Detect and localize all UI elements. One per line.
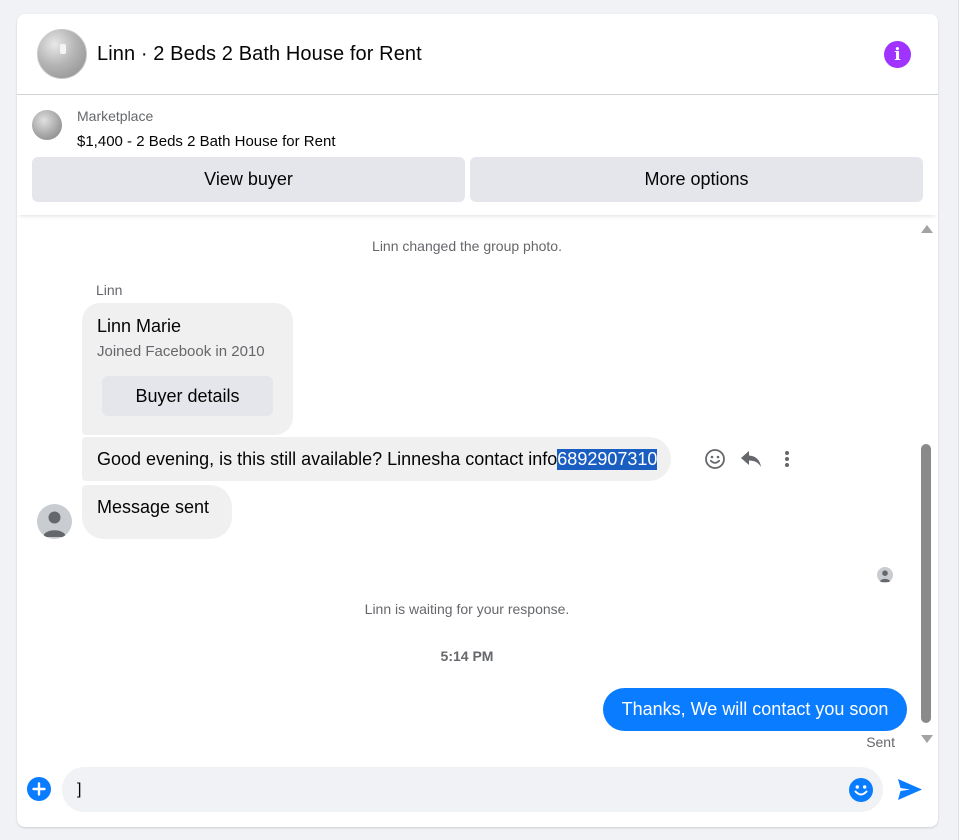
marketplace-listing-banner: Marketplace $1,400 - 2 Beds 2 Bath House… [17, 95, 938, 215]
more-vertical-icon[interactable] [774, 446, 800, 472]
scroll-down-arrow-icon[interactable] [921, 735, 933, 743]
read-receipt-avatar [877, 567, 893, 583]
thread-scrollbar[interactable] [919, 225, 933, 755]
listing-thumbnail[interactable] [32, 110, 62, 140]
reply-icon[interactable] [738, 446, 764, 472]
message-input-container [62, 767, 883, 812]
waiting-notice: Linn is waiting for your response. [364, 601, 570, 617]
delivery-status: Sent [866, 734, 895, 750]
plus-icon[interactable] [27, 777, 51, 801]
info-icon[interactable]: i [884, 41, 911, 68]
emoji-icon[interactable] [848, 777, 874, 803]
outgoing-message[interactable]: Thanks, We will contact you soon [603, 688, 907, 731]
view-buyer-button[interactable]: View buyer [32, 157, 465, 202]
buyer-joined-date: Joined Facebook in 2010 [97, 343, 265, 360]
group-photo-notice: Linn changed the group photo. [372, 238, 562, 254]
scrollbar-thumb[interactable] [921, 444, 931, 723]
listing-source-label: Marketplace [77, 108, 154, 124]
buyer-profile-card: Linn Marie Joined Facebook in 2010 Buyer… [82, 303, 293, 435]
more-options-button[interactable]: More options [470, 157, 923, 202]
chat-header: Linn · 2 Beds 2 Bath House for Rent i [17, 14, 938, 95]
buyer-avatar[interactable] [37, 504, 72, 539]
buyer-details-button[interactable]: Buyer details [102, 376, 273, 416]
conversation-title[interactable]: Linn · 2 Beds 2 Bath House for Rent [97, 43, 422, 66]
chat-window: Linn · 2 Beds 2 Bath House for Rent i Ma… [17, 14, 938, 827]
inquiry-message[interactable]: Good evening, is this still available? L… [82, 437, 672, 481]
react-icon[interactable] [702, 446, 728, 472]
message-input[interactable] [77, 767, 837, 812]
send-icon[interactable] [896, 776, 924, 804]
message-thread: Linn changed the group photo. Linn Linn … [17, 215, 938, 752]
scroll-up-arrow-icon[interactable] [921, 225, 933, 233]
message-timestamp: 5:14 PM [440, 648, 494, 664]
conversation-photo[interactable] [37, 29, 87, 79]
sender-name: Linn [96, 282, 123, 298]
message-composer [17, 762, 938, 818]
inquiry-text: Good evening, is this still available? L… [97, 448, 558, 469]
message-actions [702, 446, 800, 472]
listing-price-title[interactable]: $1,400 - 2 Beds 2 Bath House for Rent [77, 133, 336, 150]
selected-phone-number[interactable]: 6892907310 [557, 448, 658, 470]
auto-reply-message[interactable]: Message sent [82, 485, 232, 539]
buyer-name: Linn Marie [97, 316, 182, 336]
